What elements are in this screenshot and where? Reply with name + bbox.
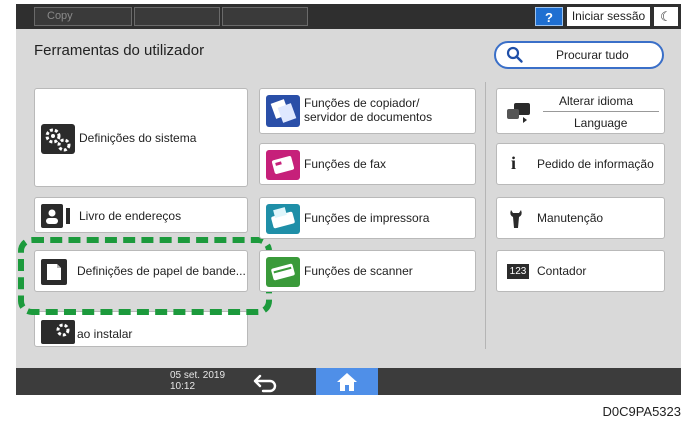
inquiry-label: Pedido de informação — [537, 157, 654, 171]
help-button[interactable]: ? — [535, 7, 563, 26]
maintenance-label: Manutenção — [537, 211, 604, 225]
counter-label: Contador — [537, 264, 587, 278]
scanner-icon — [266, 257, 300, 287]
energy-saver-button[interactable]: ☾ — [654, 7, 678, 26]
figure-code: D0C9PA5323 — [602, 404, 681, 419]
inquiry-tile[interactable]: i Pedido de informação — [496, 143, 665, 185]
info-icon: i — [511, 153, 517, 173]
printer-icon — [266, 204, 300, 234]
gears-icon — [41, 124, 75, 154]
language-swap-icon — [507, 103, 530, 123]
home-icon — [337, 373, 357, 391]
search-all-label: Procurar tudo — [556, 48, 629, 62]
system-settings-label: Definições do sistema — [79, 131, 197, 145]
home-button[interactable] — [316, 368, 378, 395]
page-title: Ferramentas do utilizador — [34, 42, 205, 59]
fax-icon — [266, 150, 300, 180]
search-icon — [506, 46, 523, 63]
copy-tab[interactable]: Copy — [34, 7, 132, 26]
address-book-tile[interactable]: Livro de endereços — [34, 197, 248, 233]
printer-functions-tile[interactable]: Funções de impressora — [259, 197, 476, 239]
device-screen: Copy ? Iniciar sessão ☾ Ferramentas do u… — [16, 4, 681, 395]
copy-tab-label: Copy — [47, 10, 73, 22]
counter-tile[interactable]: 123 Contador — [496, 250, 665, 292]
search-all-button[interactable]: Procurar tudo — [494, 41, 664, 69]
change-language-tile[interactable]: Alterar idioma Language — [496, 88, 665, 134]
install-settings-label: ao instalar — [77, 327, 133, 341]
language-label: Language — [574, 116, 628, 130]
change-language-label: Alterar idioma — [559, 94, 634, 108]
column-divider — [485, 82, 486, 349]
copier-functions-tile[interactable]: Funções de copiador/ servidor de documen… — [259, 88, 476, 134]
scanner-functions-tile[interactable]: Funções de scanner — [259, 250, 476, 292]
printer-functions-label: Funções de impressora — [304, 211, 430, 225]
time-text: 10:12 — [170, 381, 196, 392]
empty-tab-2[interactable] — [134, 7, 220, 26]
copier-icon — [266, 95, 300, 127]
login-button[interactable]: Iniciar sessão — [567, 7, 650, 26]
bottom-bar: 05 set. 2019 10:12 — [16, 368, 681, 395]
install-settings-tile[interactable]: ao instalar — [34, 311, 248, 347]
dashed-highlight — [18, 237, 272, 315]
moon-icon: ☾ — [660, 9, 672, 24]
wrench-icon — [510, 210, 522, 228]
address-book-icon — [41, 204, 70, 228]
date-text: 05 set. 2019 — [170, 370, 226, 381]
date-time: 05 set. 2019 10:12 — [170, 370, 225, 392]
fax-functions-label: Funções de fax — [304, 157, 387, 171]
maintenance-tile[interactable]: Manutenção — [496, 197, 665, 239]
counter-badge-icon: 123 — [507, 264, 529, 279]
back-icon[interactable] — [251, 370, 281, 393]
fax-functions-tile[interactable]: Funções de fax — [259, 143, 476, 185]
scanner-functions-label: Funções de scanner — [304, 264, 413, 278]
top-bar: Copy ? Iniciar sessão ☾ — [16, 4, 681, 29]
copier-functions-label: Funções de copiador/ servidor de documen… — [304, 96, 432, 124]
system-settings-tile[interactable]: Definições do sistema — [34, 88, 248, 187]
copier-functions-line2: servidor de documentos — [304, 110, 433, 124]
address-book-label: Livro de endereços — [79, 209, 182, 223]
header: Ferramentas do utilizador Procurar tudo — [16, 29, 681, 73]
empty-tab-3[interactable] — [222, 7, 308, 26]
copier-functions-line1: Funções de copiador/ — [304, 96, 420, 110]
gears-icon — [41, 320, 75, 344]
language-separator — [543, 111, 659, 112]
